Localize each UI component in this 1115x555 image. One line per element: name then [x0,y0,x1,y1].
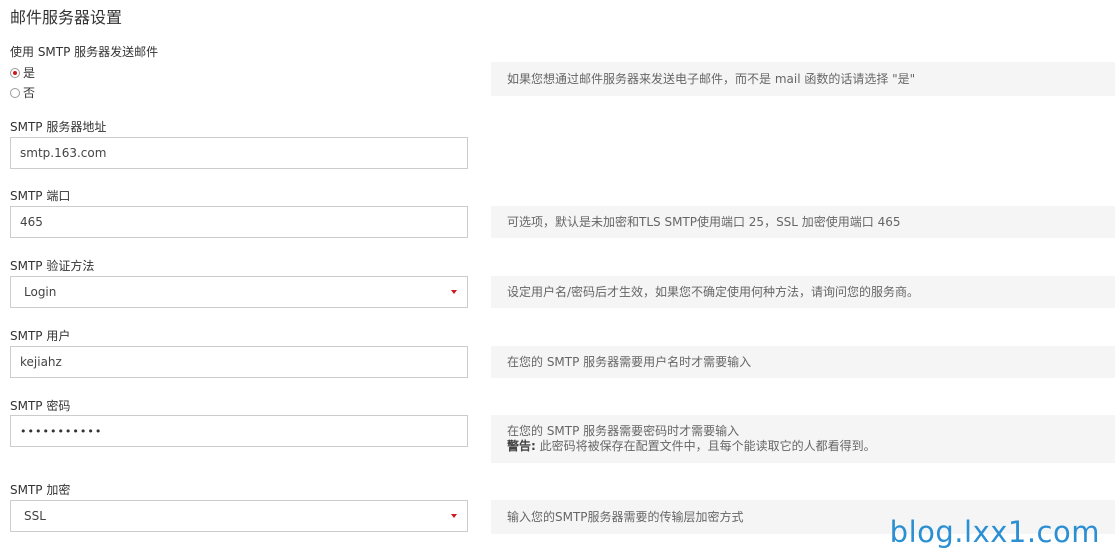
radio-no-label: 否 [23,86,36,100]
smtp-user-help: 在您的 SMTP 服务器需要用户名时才需要输入 [491,346,1115,378]
smtp-host-value: smtp.163.com [20,146,107,160]
smtp-user-value: kejiahz [20,355,62,369]
smtp-encryption-select[interactable]: SSL [10,500,468,532]
watermark: blog.lxx1.com [889,515,1100,549]
smtp-pass-help: 在您的 SMTP 服务器需要密码时才需要输入 警告: 此密码将被保存在配置文件中… [491,415,1115,463]
smtp-pass-warning: 警告: 此密码将被保存在配置文件中，且每个能读取它的人都看得到。 [507,439,1099,454]
radio-no[interactable]: 否 [10,84,35,101]
chevron-down-icon[interactable] [451,514,457,518]
smtp-port-help-text: 可选项，默认是未加密和TLS SMTP使用端口 25，SSL 加密使用端口 46… [507,214,901,229]
smtp-user-input[interactable]: kejiahz [10,346,468,378]
smtp-host-label: SMTP 服务器地址 [10,120,107,134]
radio-yes-label: 是 [23,66,36,80]
smtp-encryption-value: SSL [24,509,46,523]
chevron-down-icon[interactable] [451,290,457,294]
smtp-pass-label: SMTP 密码 [10,399,71,413]
smtp-port-help: 可选项，默认是未加密和TLS SMTP使用端口 25，SSL 加密使用端口 46… [491,206,1115,238]
use-smtp-label: 使用 SMTP 服务器发送邮件 [10,45,159,59]
smtp-auth-value: Login [24,285,57,299]
warning-text: 此密码将被保存在配置文件中，且每个能读取它的人都看得到。 [535,439,876,453]
smtp-auth-select[interactable]: Login [10,276,468,308]
smtp-port-input[interactable]: 465 [10,206,468,238]
use-smtp-help-text: 如果您想通过邮件服务器来发送电子邮件，而不是 mail 函数的话请选择 "是" [507,71,916,86]
smtp-pass-help-text: 在您的 SMTP 服务器需要密码时才需要输入 [507,424,740,438]
warning-label: 警告: [507,439,536,453]
smtp-auth-help-text: 设定用户名/密码后才生效，如果您不确定使用何种方法，请询问您的服务商。 [507,284,920,299]
smtp-port-value: 465 [20,215,43,229]
radio-yes-indicator[interactable] [10,67,20,78]
use-smtp-help: 如果您想通过邮件服务器来发送电子邮件，而不是 mail 函数的话请选择 "是" [491,62,1115,96]
smtp-pass-input[interactable]: ••••••••••• [10,415,468,447]
radio-yes[interactable]: 是 [10,64,35,81]
page-title: 邮件服务器设置 [10,8,123,27]
smtp-pass-value: ••••••••••• [20,424,103,438]
smtp-auth-label: SMTP 验证方法 [10,259,95,273]
smtp-user-help-text: 在您的 SMTP 服务器需要用户名时才需要输入 [507,354,752,369]
smtp-port-label: SMTP 端口 [10,189,71,203]
smtp-user-label: SMTP 用户 [10,329,71,343]
smtp-host-input[interactable]: smtp.163.com [10,137,468,169]
smtp-encryption-label: SMTP 加密 [10,483,71,497]
smtp-auth-help: 设定用户名/密码后才生效，如果您不确定使用何种方法，请询问您的服务商。 [491,276,1115,308]
radio-no-indicator[interactable] [10,87,20,98]
